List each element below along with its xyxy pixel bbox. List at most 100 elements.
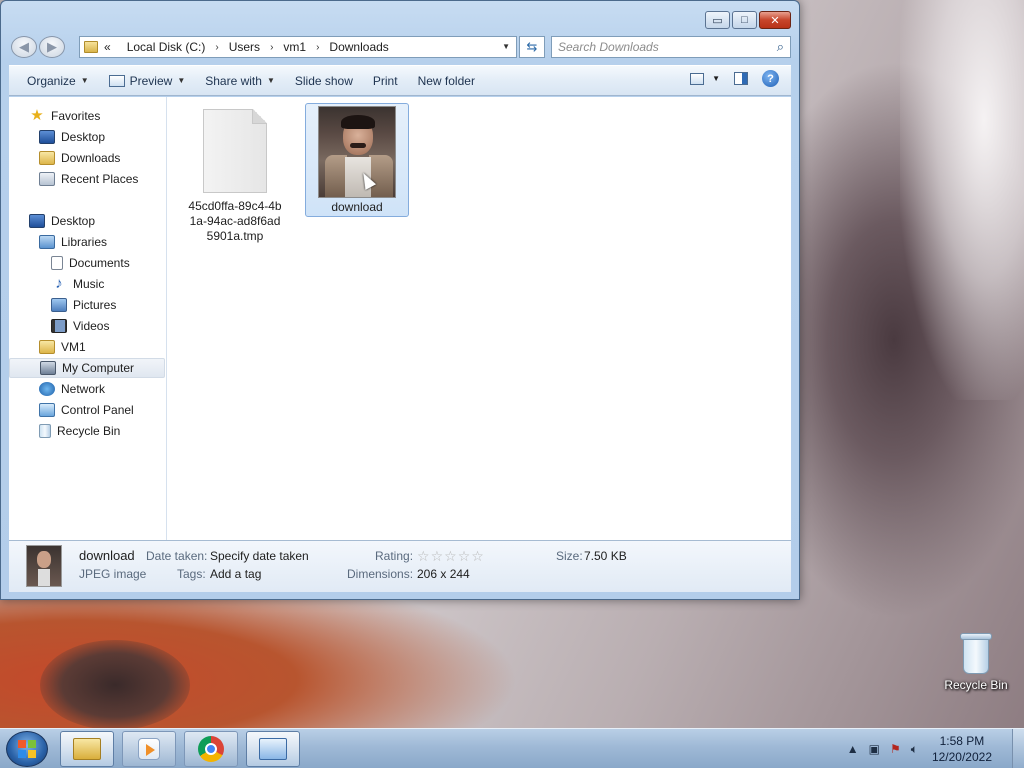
file-name: download: [331, 200, 383, 214]
address-bar[interactable]: « Local Disk (C:) › Users › vm1 › Downlo…: [79, 36, 517, 58]
taskbar-button-chrome[interactable]: [184, 731, 238, 767]
network-status-icon[interactable]: ▣: [869, 742, 880, 756]
nav-my-computer[interactable]: My Computer: [9, 358, 165, 378]
nav-favorites-recent-places[interactable]: Recent Places: [39, 169, 138, 189]
taskbar-button-remote-desktop[interactable]: [246, 731, 300, 767]
desktop-icon-label: Recycle Bin: [944, 678, 1008, 692]
dimensions-label: Dimensions:: [347, 567, 414, 581]
nav-label: Pictures: [73, 298, 117, 312]
star-outline-icon[interactable]: ☆: [431, 548, 445, 564]
preview-icon: [108, 74, 125, 87]
music-icon: ♪: [55, 275, 63, 292]
nav-label: Documents: [69, 256, 130, 270]
star-outline-icon[interactable]: ☆: [444, 548, 458, 564]
nav-label: Libraries: [61, 235, 108, 249]
breadcrumb-vm1[interactable]: vm1: [283, 40, 306, 54]
share-with-button[interactable]: Share with ▼: [195, 69, 285, 93]
nav-pictures[interactable]: Pictures: [51, 295, 116, 315]
control-panel-icon: [39, 403, 55, 417]
nav-libraries[interactable]: Libraries: [39, 232, 107, 252]
system-tray: ▲ ▣ ⚑ 🔈︎ 1:58 PM 12/20/2022: [847, 729, 1024, 768]
share-with-label: Share with: [205, 73, 262, 88]
taskbar: ▲ ▣ ⚑ 🔈︎ 1:58 PM 12/20/2022: [0, 728, 1024, 768]
nav-videos[interactable]: Videos: [51, 316, 109, 336]
nav-music[interactable]: ♪ Music: [51, 274, 104, 294]
nav-recycle-bin[interactable]: Recycle Bin: [39, 421, 120, 441]
file-item-download[interactable]: download: [305, 103, 409, 217]
breadcrumb: « Local Disk (C:) › Users › vm1 › Downlo…: [104, 40, 389, 54]
forward-button[interactable]: ▶: [39, 36, 65, 58]
rating-stars[interactable]: ☆☆☆☆☆: [417, 548, 485, 565]
caption-buttons: ▭ □ ✕: [705, 11, 791, 29]
preview-button[interactable]: Preview ▼: [99, 69, 196, 93]
star-outline-icon[interactable]: ☆: [417, 548, 431, 564]
print-button[interactable]: Print: [363, 69, 408, 93]
back-arrow-icon: ◀: [19, 39, 29, 54]
preview-pane-toggle-icon[interactable]: [734, 72, 748, 85]
breadcrumb-overflow[interactable]: «: [104, 40, 111, 54]
file-thumbnail: [183, 103, 287, 199]
start-button[interactable]: [6, 731, 48, 767]
details-file-type: JPEG image: [79, 567, 147, 581]
nav-vm1[interactable]: VM1: [39, 337, 86, 357]
maximize-button[interactable]: □: [732, 11, 757, 29]
taskbar-button-media-player[interactable]: [122, 731, 176, 767]
slide-show-button[interactable]: Slide show: [285, 69, 363, 93]
nav-documents[interactable]: Documents: [51, 253, 130, 273]
action-center-flag-icon[interactable]: ⚑: [890, 742, 901, 756]
star-outline-icon[interactable]: ☆: [471, 548, 485, 564]
nav-favorites-desktop[interactable]: Desktop: [39, 127, 105, 147]
pictures-icon: [51, 298, 67, 312]
nav-control-panel[interactable]: Control Panel: [39, 400, 134, 420]
volume-icon[interactable]: 🔈︎: [911, 742, 918, 757]
chrome-icon: [198, 736, 224, 762]
view-icon: [690, 72, 705, 85]
search-icon[interactable]: ⌕: [777, 39, 784, 55]
file-name: 45cd0ffa-89c4-4b1a-94ac-ad8f6ad5901a.tmp: [188, 199, 282, 243]
recent-places-icon: [39, 172, 55, 186]
help-icon[interactable]: ?: [762, 70, 779, 87]
tags-value[interactable]: Add a tag: [210, 567, 261, 581]
taskbar-button-explorer[interactable]: [60, 731, 114, 767]
change-view-button[interactable]: ▼: [690, 72, 720, 85]
back-button[interactable]: ◀: [11, 36, 37, 58]
nav-label: Downloads: [61, 151, 121, 165]
file-thumbnail: [306, 104, 408, 200]
new-folder-button[interactable]: New folder: [408, 69, 485, 93]
nav-label: My Computer: [62, 361, 135, 375]
nav-favorites-downloads[interactable]: Downloads: [39, 148, 120, 168]
show-desktop-button[interactable]: [1012, 729, 1024, 768]
nav-label: Desktop: [51, 214, 96, 228]
refresh-button[interactable]: ⇆: [519, 36, 545, 58]
nav-favorites[interactable]: ★ Favorites: [29, 106, 100, 126]
wallpaper-shape: [900, 0, 1024, 400]
search-input[interactable]: Search Downloads ⌕: [551, 36, 791, 58]
nav-label: Favorites: [51, 109, 101, 123]
desktop-icon-recycle-bin[interactable]: Recycle Bin: [940, 632, 1012, 692]
command-bar: Organize ▼ Preview ▼ Share with ▼ Slide …: [9, 65, 791, 96]
desktop-icon: [39, 130, 55, 144]
show-hidden-icons-icon[interactable]: ▲: [847, 742, 859, 756]
clock[interactable]: 1:58 PM 12/20/2022: [932, 733, 992, 765]
chevron-right-icon: ›: [270, 41, 274, 53]
nav-label: Music: [73, 277, 105, 291]
libraries-icon: [39, 235, 55, 249]
nav-label: Control Panel: [61, 403, 134, 417]
breadcrumb-local-disk[interactable]: Local Disk (C:): [127, 40, 206, 54]
desktop-icon: [29, 214, 45, 228]
breadcrumb-downloads[interactable]: Downloads: [329, 40, 388, 54]
minimize-button[interactable]: ▭: [705, 11, 730, 29]
organize-button[interactable]: Organize ▼: [17, 69, 99, 93]
breadcrumb-users[interactable]: Users: [229, 40, 260, 54]
wallpaper-shape: [40, 640, 190, 728]
nav-network[interactable]: Network: [39, 379, 105, 399]
folder-icon: [84, 41, 98, 53]
file-item-tmp[interactable]: 45cd0ffa-89c4-4b1a-94ac-ad8f6ad5901a.tmp: [183, 103, 287, 243]
star-outline-icon[interactable]: ☆: [458, 548, 472, 564]
chevron-right-icon: ›: [215, 41, 219, 53]
close-button[interactable]: ✕: [759, 11, 791, 29]
address-dropdown-icon[interactable]: ▼: [502, 42, 510, 51]
nav-desktop[interactable]: Desktop: [29, 211, 95, 231]
dropdown-arrow-icon: ▼: [80, 76, 89, 85]
date-taken-value[interactable]: Specify date taken: [210, 549, 309, 563]
